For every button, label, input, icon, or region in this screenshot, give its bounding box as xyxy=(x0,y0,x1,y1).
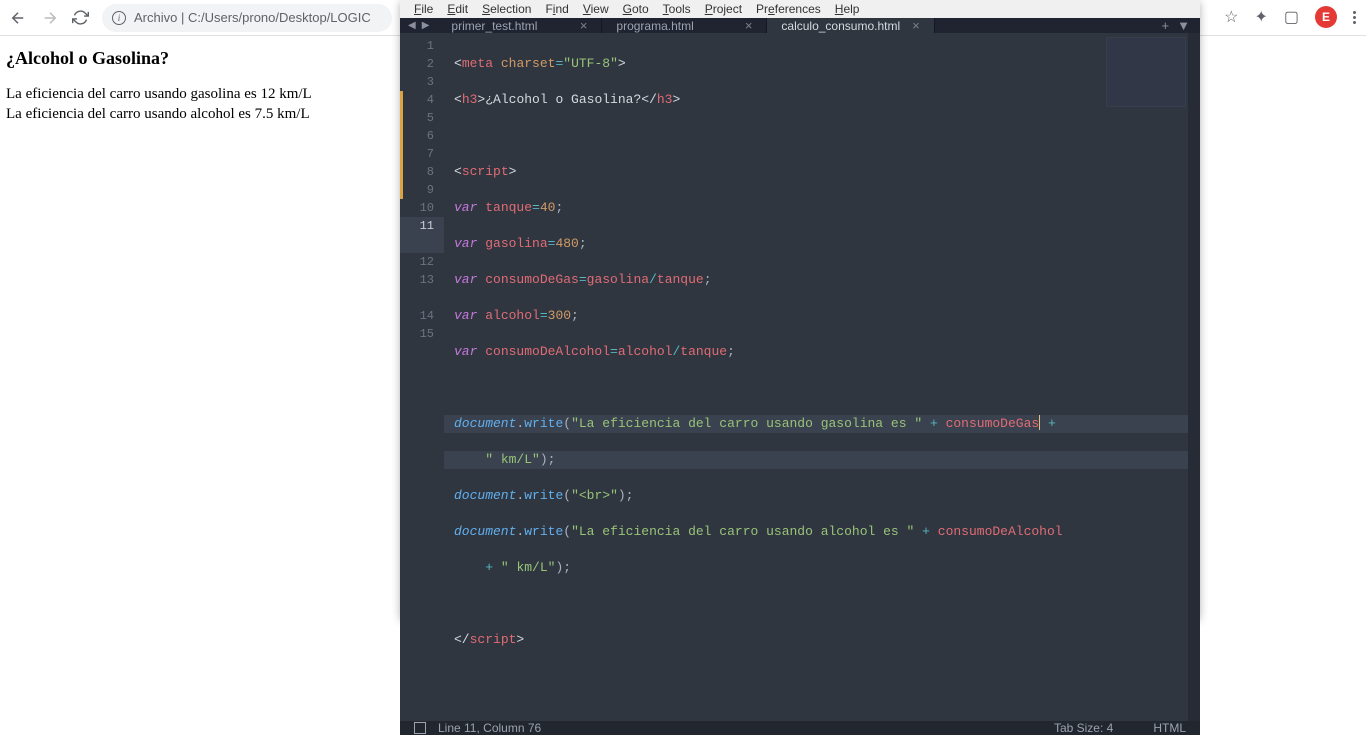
menu-edit[interactable]: Edit xyxy=(441,0,474,18)
forward-button[interactable] xyxy=(40,8,60,28)
bookmark-icon[interactable]: ☆ xyxy=(1224,7,1238,27)
syntax-language[interactable]: HTML xyxy=(1153,721,1186,735)
menu-file[interactable]: File xyxy=(408,0,439,18)
url-text: Archivo | C:/Users/prono/Desktop/LOGIC xyxy=(134,10,371,25)
menu-find[interactable]: Find xyxy=(539,0,574,18)
tab-bar: ◀ ▶ primer_test.html × programa.html × c… xyxy=(400,18,1200,33)
tab-menu-icon[interactable]: ▼ xyxy=(1177,18,1190,33)
tab-label: programa.html xyxy=(616,19,693,33)
menu-goto[interactable]: Goto xyxy=(617,0,655,18)
editor-window: File Edit Selection Find View Goto Tools… xyxy=(400,0,1200,618)
tab-label: calculo_consumo.html xyxy=(781,19,900,33)
minimap[interactable] xyxy=(1106,37,1186,107)
editor-body: 1 2 3 4 5 6 7 8 9 10 11 12 13 14 15 <met… xyxy=(400,33,1200,721)
info-icon: i xyxy=(112,11,126,25)
rendered-page: ¿Alcohol o Gasolina? La eficiencia del c… xyxy=(6,48,312,124)
browser-menu-icon[interactable] xyxy=(1353,11,1356,24)
extensions-icon[interactable]: ✦ xyxy=(1254,7,1267,27)
tab-calculo-consumo[interactable]: calculo_consumo.html × xyxy=(767,18,934,33)
menu-preferences[interactable]: Preferences xyxy=(750,0,827,18)
status-panel-icon[interactable] xyxy=(414,722,426,734)
tab-nav-arrows: ◀ ▶ xyxy=(400,18,437,33)
editor-menu-bar: File Edit Selection Find View Goto Tools… xyxy=(400,0,1200,18)
menu-project[interactable]: Project xyxy=(699,0,748,18)
reload-button[interactable] xyxy=(72,9,90,27)
close-icon[interactable]: × xyxy=(580,18,588,33)
new-tab-icon[interactable]: + xyxy=(1162,18,1170,33)
menu-selection[interactable]: Selection xyxy=(476,0,537,18)
menu-tools[interactable]: Tools xyxy=(657,0,697,18)
browser-actions: ☆ ✦ ▢ E xyxy=(1224,6,1356,28)
url-bar[interactable]: i Archivo | C:/Users/prono/Desktop/LOGIC xyxy=(102,4,392,32)
code-area[interactable]: <meta charset="UTF-8"> <h3>¿Alcohol o Ga… xyxy=(444,33,1200,721)
line-gutter: 1 2 3 4 5 6 7 8 9 10 11 12 13 14 15 xyxy=(400,33,444,721)
close-icon[interactable]: × xyxy=(745,18,753,33)
status-bar: Line 11, Column 76 Tab Size: 4 HTML xyxy=(400,721,1200,735)
close-icon[interactable]: × xyxy=(912,18,920,33)
page-heading: ¿Alcohol o Gasolina? xyxy=(6,48,312,69)
tab-next-icon[interactable]: ▶ xyxy=(422,20,430,31)
menu-help[interactable]: Help xyxy=(829,0,866,18)
tab-primer-test[interactable]: primer_test.html × xyxy=(437,18,602,33)
tab-programa[interactable]: programa.html × xyxy=(602,18,767,33)
profile-avatar[interactable]: E xyxy=(1315,6,1337,28)
tab-label: primer_test.html xyxy=(451,19,537,33)
back-button[interactable] xyxy=(8,8,28,28)
cursor-position[interactable]: Line 11, Column 76 xyxy=(438,721,541,735)
page-line-2: La eficiencia del carro usando alcohol e… xyxy=(6,105,312,125)
tab-prev-icon[interactable]: ◀ xyxy=(408,20,416,31)
tab-bar-right: + ▼ xyxy=(1152,18,1200,33)
panel-icon[interactable]: ▢ xyxy=(1284,7,1299,27)
menu-view[interactable]: View xyxy=(577,0,615,18)
tab-size[interactable]: Tab Size: 4 xyxy=(1054,721,1113,735)
page-line-1: La eficiencia del carro usando gasolina … xyxy=(6,85,312,105)
vertical-scrollbar[interactable] xyxy=(1188,33,1200,721)
